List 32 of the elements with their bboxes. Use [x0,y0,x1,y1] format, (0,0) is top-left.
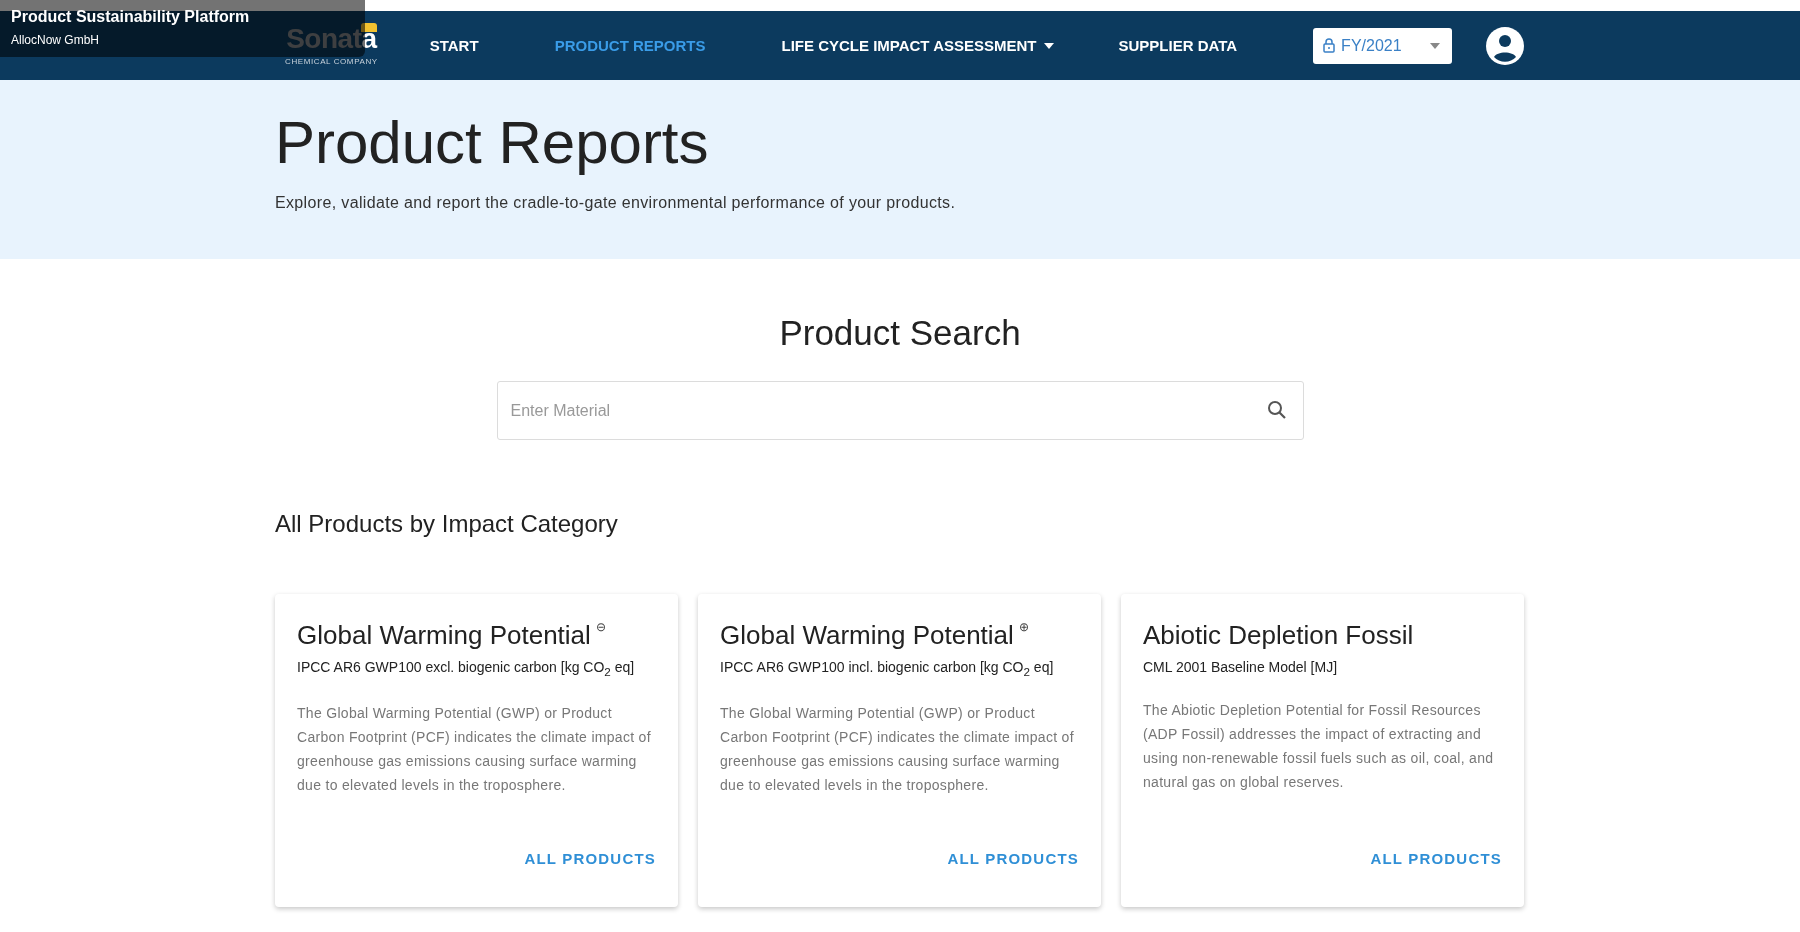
nav-link[interactable]: LIFE CYCLE IMPACT ASSESSMENT [781,29,1055,62]
card-title: Global Warming Potential [297,620,591,651]
card-description: The Global Warming Potential (GWP) or Product Carbon Footprint (PCF) indicates the climate impact of greenhouse gas emissions causing surface warming due to elevated levels in the troposphere. [297,703,652,795]
caret-icon [1430,42,1441,49]
search-field[interactable]: Enter Material [496,381,1304,440]
nav-link[interactable]: PRODUCT REPORTS [554,29,706,62]
all-products-link[interactable]: ALL PRODUCTS [524,846,656,871]
search-icon[interactable] [1265,399,1288,421]
card-description: The Abiotic Depletion Potential for Fossil Resources (ADP Fossil) addresses the impact of extracting and using non-renewable fossil fuels such as oil, coal, and natural gas on global reserves. [1143,701,1495,792]
nav-link[interactable]: SUPPLIER DATA [1118,29,1238,62]
page-title: Product Reports [275,108,710,178]
card-title-mark: ⊕ [1018,620,1029,634]
search-heading: Product Search [778,313,1022,353]
card-method: CML 2001 Baseline Model [MJ] [1143,659,1339,675]
card-description: The Global Warming Potential (GWP) or Product Carbon Footprint (PCF) indicates the climate impact of greenhouse gas emissions causing surface warming due to elevated levels in the troposphere. [720,703,1075,795]
lock-icon [1323,38,1336,53]
caret-icon [1044,42,1055,49]
period-select[interactable]: FY/2021 [1313,27,1453,64]
card-method: IPCC AR6 GWP100 excl. biogenic carbon [kg CO$_{2}$ eq] [297,659,636,678]
all-products-link[interactable]: ALL PRODUCTS [1370,846,1502,871]
card-title: Abiotic Depletion Fossil [1143,620,1414,651]
company-logo[interactable]: Sonata CHEMICAL COMPANY [285,25,378,66]
all-products-link[interactable]: ALL PRODUCTS [947,846,1079,871]
card-title: Global Warming Potential [720,620,1014,651]
page-subtitle: Explore, validate and report the cradle-to-gate environmental performance of your products. [275,194,957,212]
card-title-mark: ⊖ [595,620,606,634]
section-title: All Products by Impact Category [275,510,619,538]
nav-link[interactable]: START [429,29,479,62]
card-method: IPCC AR6 GWP100 incl. biogenic carbon [kg CO$_{2}$ eq] [720,659,1055,678]
overlay-subtitle: AllocNow GmbH [11,33,100,47]
overlay-title: Product Sustainability Platform [11,8,250,26]
user-avatar-icon[interactable] [1486,26,1525,65]
